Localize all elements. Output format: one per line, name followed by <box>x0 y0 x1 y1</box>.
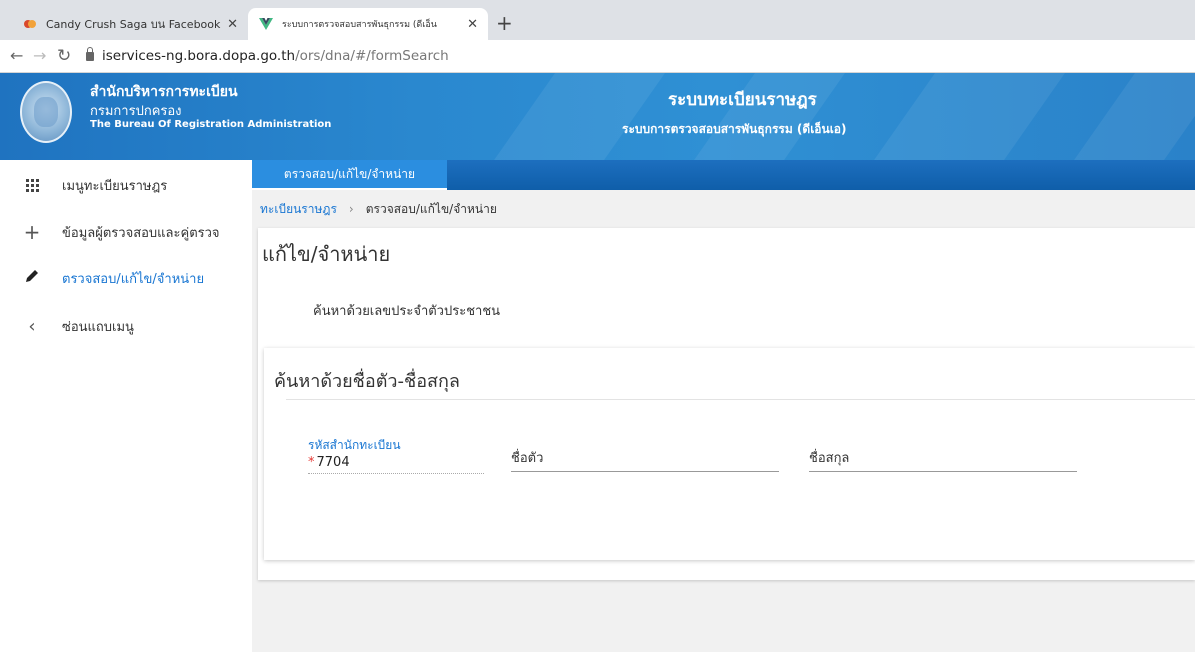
header-decoration <box>857 73 1073 160</box>
candy-crush-icon <box>22 16 38 32</box>
header-decoration <box>1057 73 1195 160</box>
sidebar-item-registration-menu[interactable]: เมนูทะเบียนราษฎร <box>0 165 252 205</box>
sidebar-item-inspectors[interactable]: + ข้อมูลผู้ตรวจสอบและคู่ตรวจ <box>0 212 252 252</box>
url-field[interactable]: iservices-ng.bora.dopa.go.th/ors/dna/#/f… <box>102 48 449 64</box>
required-marker: * <box>308 455 315 470</box>
firstname-field[interactable]: ชื่อตัว <box>511 448 779 472</box>
grid-icon <box>22 178 42 192</box>
close-tab-icon[interactable]: ✕ <box>467 17 478 32</box>
top-nav-bar: ตรวจสอบ/แก้ไข/จำหน่าย <box>252 160 1195 190</box>
sidebar-item-label: ตรวจสอบ/แก้ไข/จำหน่าย <box>62 271 205 287</box>
system-subtitle: ระบบการตรวจสอบสารพันธุกรรม (ดีเอ็นเอ) <box>622 122 847 136</box>
tab-check-edit[interactable]: ตรวจสอบ/แก้ไข/จำหน่าย <box>252 160 447 190</box>
pencil-icon <box>22 268 42 288</box>
office-code-label: รหัสสำนักทะเบียน <box>308 438 401 452</box>
lastname-placeholder: ชื่อสกุล <box>809 451 850 466</box>
address-bar: ← → ↻ iservices-ng.bora.dopa.go.th/ors/d… <box>0 40 1195 73</box>
search-by-id-option[interactable]: ค้นหาด้วยเลขประจำตัวประชาชน <box>313 300 500 321</box>
close-tab-icon[interactable]: ✕ <box>227 17 238 32</box>
vue-logo-icon <box>258 16 274 32</box>
office-code-field[interactable]: รหัสสำนักทะเบียน * 7704 <box>308 436 484 474</box>
search-by-name-card: ค้นหาด้วยชื่อตัว-ชื่อสกุล รหัสสำนักทะเบี… <box>264 348 1195 560</box>
plus-icon: + <box>23 220 41 244</box>
office-code-value: 7704 <box>316 455 350 470</box>
browser-tab-candy-crush[interactable]: Candy Crush Saga บน Facebook ✕ <box>12 8 248 40</box>
reload-icon[interactable]: ↻ <box>57 46 71 66</box>
browser-tab-title: Candy Crush Saga บน Facebook <box>46 18 221 31</box>
browser-tab-dna-system[interactable]: ระบบการตรวจสอบสารพันธุกรรม (ดีเอ็น ✕ <box>248 8 488 40</box>
nav-bar-fill <box>447 160 1195 190</box>
breadcrumb-separator-icon: › <box>348 202 354 216</box>
app-header: สำนักบริหารการทะเบียน กรมการปกครอง The B… <box>0 73 1195 160</box>
sidebar-item-label: ซ่อนแถบเมนู <box>62 319 134 335</box>
department-name-thai: กรมการปกครอง <box>90 104 182 119</box>
lock-icon[interactable] <box>86 47 94 61</box>
department-seal-logo <box>20 81 72 143</box>
browser-tab-title: ระบบการตรวจสอบสารพันธุกรรม (ดีเอ็น <box>282 20 437 30</box>
forward-arrow-icon[interactable]: → <box>33 46 46 65</box>
main-card: แก้ไข/จำหน่าย ค้นหาด้วยเลขประจำตัวประชาช… <box>258 228 1195 580</box>
sidebar-item-label: เมนูทะเบียนราษฎร <box>62 178 168 194</box>
system-title: ระบบทะเบียนราษฎร <box>668 90 817 110</box>
lastname-field[interactable]: ชื่อสกุล <box>809 448 1077 472</box>
url-path: /ors/dna/#/formSearch <box>295 48 449 64</box>
breadcrumb: ทะเบียนราษฎร › ตรวจสอบ/แก้ไข/จำหน่าย <box>252 192 1195 226</box>
page-title: แก้ไข/จำหน่าย <box>262 242 391 266</box>
search-by-name-title: ค้นหาด้วยชื่อตัว-ชื่อสกุล <box>274 371 460 392</box>
breadcrumb-root-link[interactable]: ทะเบียนราษฎร <box>260 200 337 219</box>
sidebar: เมนูทะเบียนราษฎร + ข้อมูลผู้ตรวจสอบและคู… <box>0 160 252 652</box>
url-host: iservices-ng.bora.dopa.go.th <box>102 48 296 64</box>
header-decoration <box>477 73 673 160</box>
sidebar-item-label: ข้อมูลผู้ตรวจสอบและคู่ตรวจ <box>62 225 220 241</box>
browser-tab-bar: Candy Crush Saga บน Facebook ✕ ระบบการตร… <box>0 0 1195 40</box>
firstname-placeholder: ชื่อตัว <box>511 451 544 466</box>
breadcrumb-current: ตรวจสอบ/แก้ไข/จำหน่าย <box>365 201 497 216</box>
sidebar-item-hide-menu[interactable]: ‹ ซ่อนแถบเมนู <box>0 306 252 346</box>
org-name-english: The Bureau Of Registration Administratio… <box>90 119 332 130</box>
divider <box>286 399 1195 400</box>
chevron-left-icon: ‹ <box>28 315 36 337</box>
sidebar-item-check-edit[interactable]: ตรวจสอบ/แก้ไข/จำหน่าย <box>0 258 252 298</box>
back-arrow-icon[interactable]: ← <box>10 46 23 65</box>
new-tab-icon[interactable]: + <box>496 12 513 34</box>
